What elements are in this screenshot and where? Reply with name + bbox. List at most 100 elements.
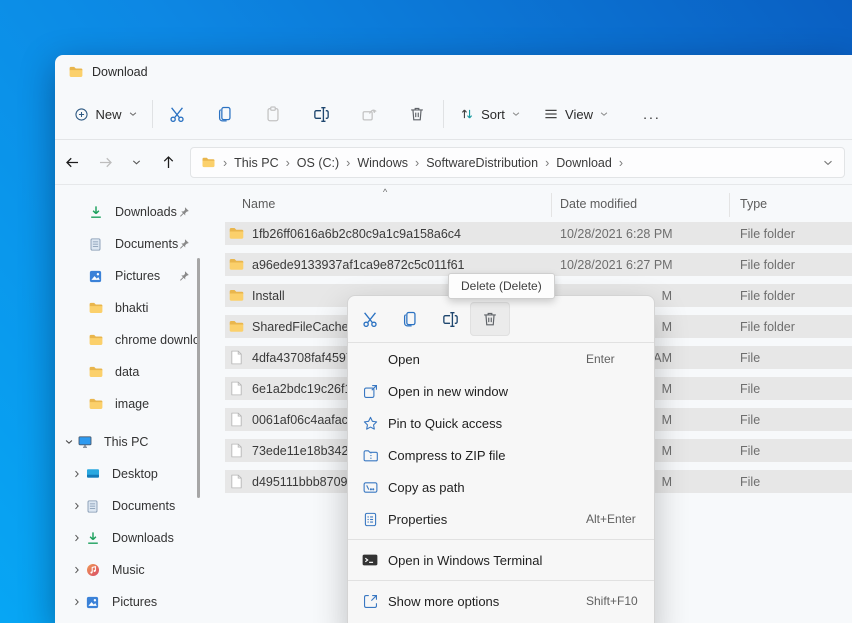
- address-bar-row: › This PC › OS (C:) › Windows › Software…: [55, 140, 852, 185]
- folder-icon: [88, 364, 106, 380]
- breadcrumb-item-os-c[interactable]: OS (C:): [297, 156, 339, 170]
- menu-item-copy-as-path[interactable]: Copy as path: [348, 471, 654, 503]
- show-more-options-icon: [360, 591, 380, 611]
- cut-icon[interactable]: [350, 302, 390, 336]
- menu-item-compress-to-zip[interactable]: Compress to ZIP file: [348, 439, 654, 471]
- file-name: 6e1a2bdc19c26f19: [252, 382, 358, 396]
- file-type: File: [740, 351, 760, 365]
- titlebar: Download: [55, 55, 852, 88]
- file-name: 73ede11e18b3425: [252, 444, 355, 458]
- file-type: File: [740, 413, 760, 427]
- sidebar-item-pictures[interactable]: Pictures: [55, 586, 200, 618]
- address-dropdown-button[interactable]: [822, 157, 834, 169]
- sidebar-item-image[interactable]: image: [55, 388, 200, 420]
- file-type: File: [740, 475, 760, 489]
- plus-circle-icon: [74, 107, 89, 122]
- shortcut-label: Alt+Enter: [586, 512, 636, 526]
- music-icon: [85, 562, 103, 578]
- chevron-down-icon: [131, 157, 142, 168]
- recent-locations-button[interactable]: [123, 148, 149, 176]
- up-button[interactable]: [155, 148, 181, 176]
- breadcrumb-item-download[interactable]: Download: [556, 156, 612, 170]
- chevron-right-icon[interactable]: [69, 597, 85, 607]
- copy-icon[interactable]: [207, 100, 243, 128]
- sidebar-item-data[interactable]: data: [55, 356, 200, 388]
- chevron-down-icon[interactable]: [61, 437, 77, 447]
- column-divider[interactable]: [729, 193, 730, 217]
- sort-button-label: Sort: [481, 107, 505, 122]
- breadcrumb-separator: ›: [415, 156, 419, 170]
- context-menu-quick-actions: [348, 296, 654, 336]
- sort-arrows-icon: [459, 106, 475, 122]
- pictures-icon: [88, 269, 106, 284]
- menu-item-pin-to-quick-access[interactable]: Pin to Quick access: [348, 407, 654, 439]
- sidebar-item-downloads[interactable]: Downloads: [55, 522, 200, 554]
- sidebar-item-music[interactable]: Music: [55, 554, 200, 586]
- column-header-type[interactable]: Type: [740, 197, 767, 211]
- sidebar-item-desktop[interactable]: Desktop: [55, 458, 200, 490]
- context-menu: Open Enter Open in new window Pin to Qui…: [347, 295, 655, 623]
- new-button-label: New: [95, 107, 121, 122]
- menu-item-show-more-options[interactable]: Show more options Shift+F10: [348, 585, 654, 617]
- chevron-down-icon: [822, 157, 834, 169]
- menu-divider: [348, 580, 654, 581]
- sidebar-item-documents[interactable]: Documents: [55, 490, 200, 522]
- chevron-right-icon[interactable]: [69, 469, 85, 479]
- chevron-down-icon: [511, 109, 521, 119]
- rename-icon[interactable]: [303, 100, 339, 128]
- breadcrumb-item-this-pc[interactable]: This PC: [234, 156, 278, 170]
- breadcrumb-item-softwaredistribution[interactable]: SoftwareDistribution: [426, 156, 538, 170]
- file-icon: [228, 473, 245, 490]
- delete-tooltip: Delete (Delete): [448, 273, 555, 299]
- document-icon: [85, 499, 103, 514]
- file-date: 10/28/2021 6:27 PM: [560, 258, 672, 272]
- toolbar-separator: [443, 100, 444, 128]
- cut-icon[interactable]: [159, 100, 195, 128]
- sort-button[interactable]: Sort: [453, 98, 527, 130]
- share-icon: [351, 100, 387, 128]
- breadcrumb-item-windows[interactable]: Windows: [357, 156, 408, 170]
- zip-folder-icon: [360, 445, 380, 465]
- column-divider[interactable]: [551, 193, 552, 217]
- file-type: File folder: [740, 227, 795, 241]
- ellipsis-icon: ...: [643, 106, 661, 122]
- chevron-down-icon: [128, 109, 138, 119]
- rename-icon[interactable]: [430, 302, 470, 336]
- column-header-date-modified[interactable]: Date modified: [560, 197, 637, 211]
- sidebar-item-chrome-downloads[interactable]: chrome downlo: [55, 324, 200, 356]
- shortcut-label: Enter: [586, 352, 615, 366]
- folder-icon: [88, 300, 106, 316]
- file-date: 10/28/2021 6:28 PM: [560, 227, 672, 241]
- sidebar-item-pictures-quick[interactable]: Pictures: [55, 260, 200, 292]
- delete-icon[interactable]: [470, 302, 510, 336]
- column-header-name[interactable]: Name: [242, 197, 275, 211]
- menu-item-properties[interactable]: Properties Alt+Enter: [348, 503, 654, 535]
- sidebar-item-documents-quick[interactable]: Documents: [55, 228, 200, 260]
- view-button-label: View: [565, 107, 593, 122]
- menu-item-open-in-windows-terminal[interactable]: Open in Windows Terminal: [348, 544, 654, 576]
- sidebar-item-bhakti[interactable]: bhakti: [55, 292, 200, 324]
- view-lines-icon: [543, 106, 559, 122]
- copy-path-icon: [360, 477, 380, 497]
- chevron-right-icon[interactable]: [69, 501, 85, 511]
- column-headers: ^ Name Date modified Type: [225, 190, 852, 218]
- forward-button: [92, 148, 118, 176]
- menu-item-open-in-new-window[interactable]: Open in new window: [348, 375, 654, 407]
- see-more-button[interactable]: ...: [633, 98, 671, 130]
- sidebar-item-this-pc[interactable]: This PC: [55, 426, 200, 458]
- new-button[interactable]: New: [68, 98, 144, 130]
- monitor-icon: [85, 466, 103, 482]
- view-button[interactable]: View: [537, 98, 615, 130]
- copy-icon[interactable]: [390, 302, 430, 336]
- breadcrumb[interactable]: › This PC › OS (C:) › Windows › Software…: [190, 147, 845, 178]
- chevron-right-icon[interactable]: [69, 533, 85, 543]
- chevron-right-icon[interactable]: [69, 565, 85, 575]
- file-row[interactable]: 1fb26ff0616a6b2c80c9a1c9a158a6c4 10/28/2…: [225, 222, 852, 245]
- delete-icon[interactable]: [399, 100, 435, 128]
- breadcrumb-separator: ›: [619, 156, 623, 170]
- sidebar-scrollbar[interactable]: [197, 258, 200, 498]
- menu-item-open[interactable]: Open Enter: [348, 343, 654, 375]
- file-name: d495111bbb8709e: [252, 475, 354, 489]
- back-button[interactable]: [59, 148, 85, 176]
- sidebar-item-downloads-quick[interactable]: Downloads: [55, 196, 200, 228]
